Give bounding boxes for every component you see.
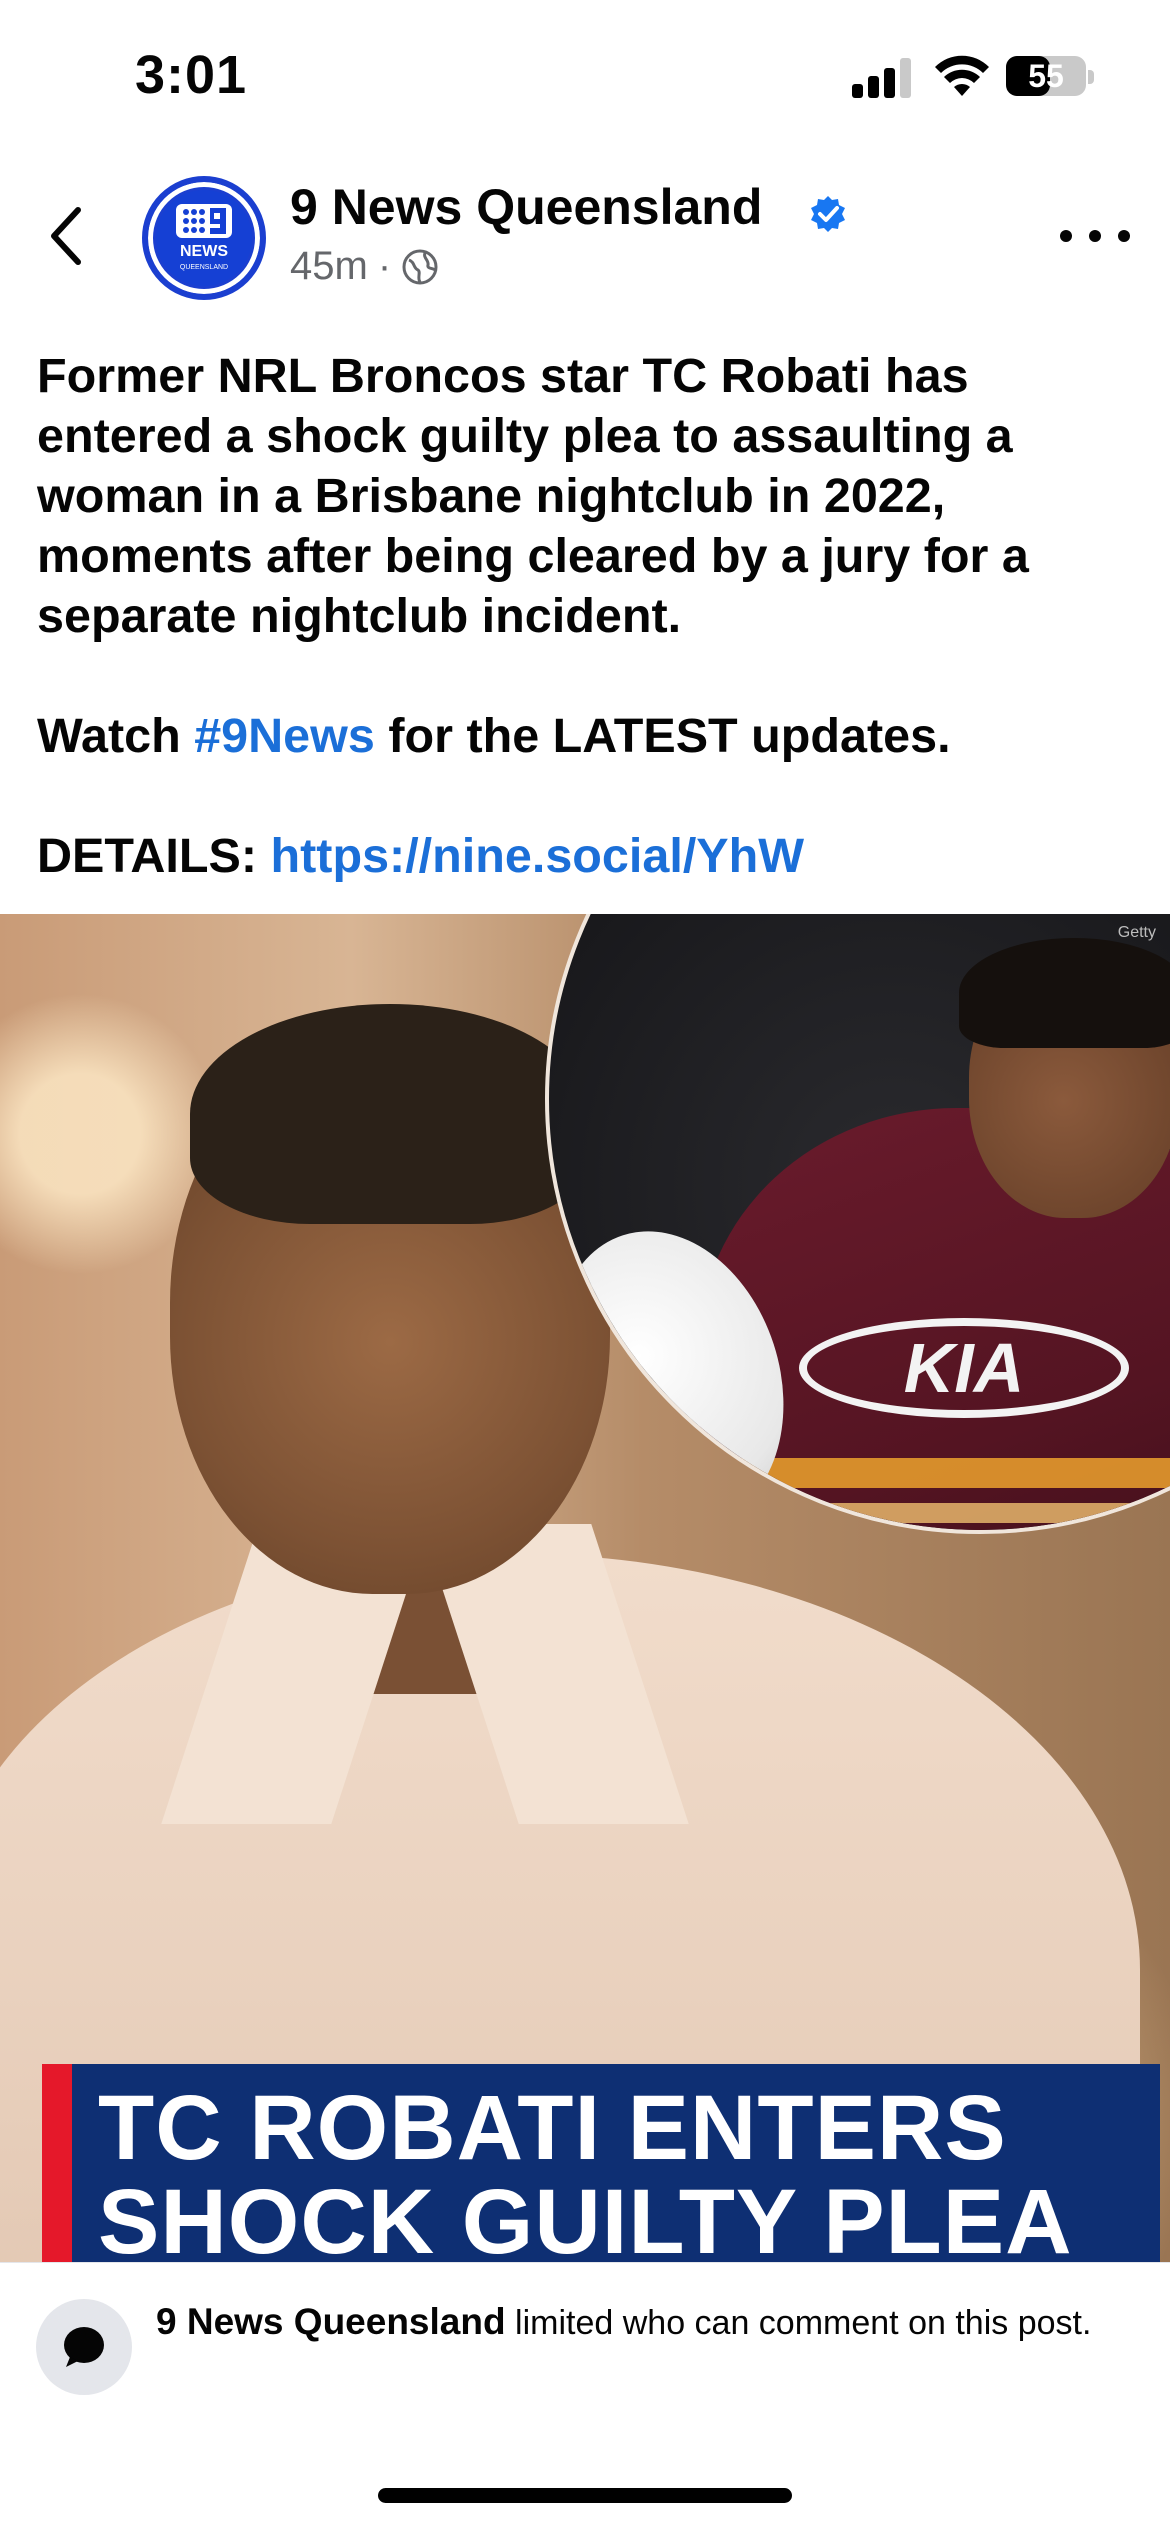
page-name[interactable]: 9 News Queensland xyxy=(290,178,762,236)
page-avatar[interactable]: NEWS QUEENSLAND xyxy=(142,176,266,300)
status-time: 3:01 xyxy=(135,45,248,105)
svg-text:QUEENSLAND: QUEENSLAND xyxy=(180,264,228,271)
headline-line-2: SHOCK GUILTY PLEA xyxy=(98,2171,1073,2262)
inset-player-photo: KIA xyxy=(545,914,1170,1534)
post-image[interactable]: KIA Getty TC ROBATI ENTERS SHOCK GUILTY … xyxy=(0,914,1170,2262)
image-credit: Getty xyxy=(1117,924,1156,941)
post-details-line: DETAILS: https://nine.social/YhW xyxy=(37,826,1137,886)
details-link[interactable]: https://nine.social/YhW xyxy=(271,829,805,883)
comment-bubble-icon xyxy=(64,2327,104,2367)
details-prefix: DETAILS: xyxy=(37,829,258,883)
jersey-sponsor-logo: KIA xyxy=(799,1318,1129,1418)
watch-suffix: for the LATEST updates. xyxy=(388,709,951,763)
meta-separator: · xyxy=(377,244,392,288)
post-watch-line: Watch #9News for the LATEST updates. xyxy=(37,706,1137,766)
headline-line-1: TC ROBATI ENTERS xyxy=(98,2077,1007,2179)
comment-icon-wrapper xyxy=(36,2299,132,2395)
hashtag-link[interactable]: #9News xyxy=(194,709,375,763)
post-text: Former NRL Broncos star TC Robati has en… xyxy=(37,346,1137,886)
watch-prefix: Watch xyxy=(37,709,181,763)
banner-accent xyxy=(42,2064,72,2262)
ellipsis-icon xyxy=(1060,230,1072,242)
cellular-signal-icon xyxy=(852,58,914,98)
post-paragraph: Former NRL Broncos star TC Robati has en… xyxy=(37,349,1029,643)
headline-banner: TC ROBATI ENTERS SHOCK GUILTY PLEA xyxy=(42,2064,1160,2262)
post-time[interactable]: 45m xyxy=(290,244,368,289)
home-indicator[interactable] xyxy=(378,2488,792,2503)
svg-text:NEWS: NEWS xyxy=(180,243,228,260)
jersey-stripe xyxy=(699,1503,1170,1523)
nine-logo-icon: NEWS QUEENSLAND xyxy=(176,204,232,271)
facebook-post-screen: 3:01 55 NEWS QUEENSLAND 9 News Queenslan… xyxy=(0,0,1170,2532)
comment-notice-text: 9 News Queensland limited who can commen… xyxy=(156,2299,1136,2346)
back-button[interactable] xyxy=(36,196,96,276)
notice-message: limited who can comment on this post. xyxy=(515,2304,1092,2342)
globe-icon[interactable] xyxy=(401,248,439,286)
battery-cap xyxy=(1088,70,1094,84)
verified-badge-icon xyxy=(811,196,845,232)
ellipsis-dot xyxy=(1118,230,1130,242)
player-hair xyxy=(959,938,1170,1048)
ellipsis-dot xyxy=(1089,230,1101,242)
chevron-left-icon xyxy=(51,207,81,265)
wifi-icon xyxy=(935,55,989,96)
more-options-button[interactable] xyxy=(1060,216,1130,256)
battery-icon: 55 xyxy=(1006,56,1086,96)
post-meta: 45m · xyxy=(290,244,439,289)
notice-page-name[interactable]: 9 News Queensland xyxy=(156,2301,506,2342)
nine-news-logo: NEWS QUEENSLAND xyxy=(156,190,252,286)
status-bar: 3:01 55 xyxy=(0,0,1170,150)
person-hair xyxy=(190,1004,590,1224)
battery-percent: 55 xyxy=(1028,58,1064,94)
